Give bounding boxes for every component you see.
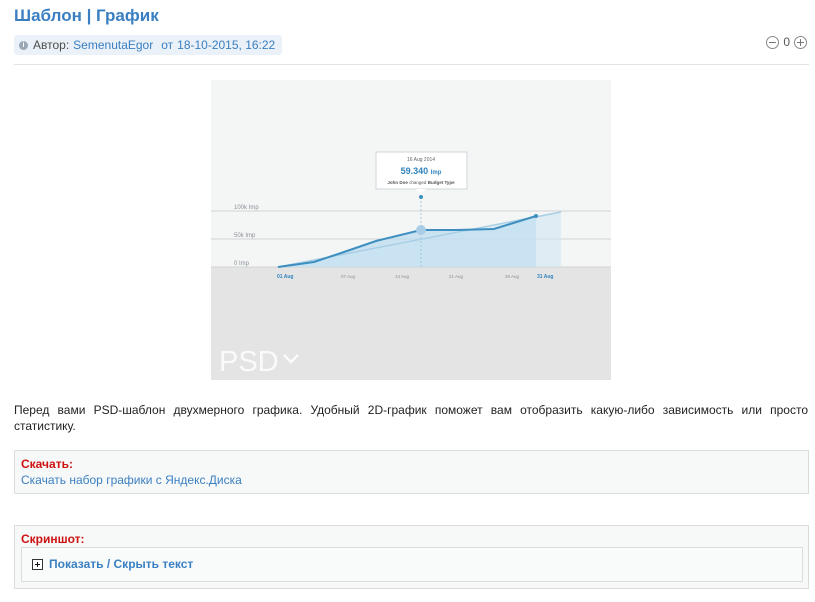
x-label-07: 07 Aug: [341, 274, 356, 279]
title-divider: [14, 64, 809, 65]
author-prefix: Автор:: [33, 38, 70, 52]
minus-circle-icon[interactable]: [766, 35, 780, 49]
download-box: Скачать: Скачать набор графики с Яндекс.…: [14, 450, 809, 494]
tooltip-unit: Imp: [431, 170, 442, 176]
plus-circle-icon[interactable]: [794, 35, 807, 49]
svg-text:John Doe changed Budget Type: John Doe changed Budget Type: [387, 180, 455, 185]
rating-value: 0: [783, 35, 790, 49]
date-prefix: от: [161, 38, 174, 52]
y-label-100k: 100k Imp: [234, 205, 259, 211]
spoiler[interactable]: Показать / Скрыть текст: [21, 547, 803, 582]
download-heading: Скачать:: [21, 457, 73, 471]
psd-watermark: PSD: [219, 346, 279, 378]
tooltip-field: Budget Type: [428, 180, 455, 185]
y-label-0: 0 Imp: [234, 261, 250, 267]
post-description: Перед вами PSD-шаблон двухмерного график…: [14, 403, 808, 433]
tooltip-value: 59.340: [401, 166, 429, 176]
rating: 0: [766, 35, 807, 49]
screenshot-box: Скриншот: Показать / Скрыть текст: [14, 525, 809, 589]
author-link[interactable]: SemenutaEgor: [73, 38, 153, 52]
x-label-14: 14 Aug: [395, 274, 410, 279]
tooltip-note: changed: [409, 180, 427, 185]
expand-plus-icon[interactable]: [32, 559, 43, 570]
tooltip-date: 16 Aug 2014: [407, 157, 435, 163]
x-label-28: 28 Aug: [505, 274, 520, 279]
x-label-31: 31 Aug: [537, 274, 553, 280]
spoiler-toggle[interactable]: Показать / Скрыть текст: [49, 557, 193, 571]
post-meta: i Автор: SemenutaEgor от 18-10-2015, 16:…: [14, 35, 283, 55]
download-link[interactable]: Скачать набор графики с Яндекс.Диска: [21, 473, 242, 487]
x-label-01: 01 Aug: [277, 274, 293, 280]
y-label-50k: 50k Imp: [234, 233, 256, 239]
info-icon: i: [19, 40, 28, 50]
x-label-21: 21 Aug: [449, 274, 464, 279]
screenshot-heading: Скриншот:: [21, 532, 85, 546]
preview-image: 16 Aug 2014 59.340 Imp John Doe changed …: [211, 80, 611, 380]
post-date: 18-10-2015, 16:22: [177, 38, 276, 52]
post-title[interactable]: Шаблон | График: [14, 6, 159, 26]
tooltip-user: John Doe: [387, 180, 408, 185]
